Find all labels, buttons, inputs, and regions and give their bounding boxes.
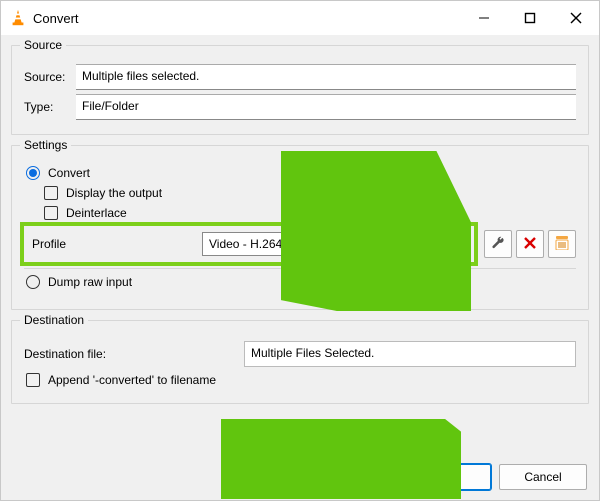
deinterlace-option[interactable]: Deinterlace [42, 206, 576, 220]
settings-group: Settings Convert Display the output Dein… [11, 145, 589, 310]
profile-row: Profile Video - H.264 + MP3 (MP4) [24, 226, 576, 262]
start-button[interactable]: Start [403, 464, 491, 490]
convert-radio[interactable] [26, 166, 40, 180]
dialog-buttons: Start Cancel [395, 464, 587, 490]
minimize-icon [478, 12, 490, 24]
close-icon [570, 12, 582, 24]
maximize-icon [524, 12, 536, 24]
new-profile-icon [555, 236, 569, 253]
display-output-label: Display the output [66, 186, 162, 200]
profile-highlight: Profile Video - H.264 + MP3 (MP4) [24, 226, 474, 262]
destination-group-title: Destination [20, 313, 88, 327]
append-converted-label: Append '-converted' to filename [48, 373, 216, 387]
window-title: Convert [33, 11, 79, 26]
settings-group-title: Settings [20, 138, 71, 152]
source-group-title: Source [20, 38, 66, 52]
cancel-button[interactable]: Cancel [499, 464, 587, 490]
destination-file-label: Destination file: [24, 347, 244, 361]
profile-value: Video - H.264 + MP3 (MP4) [209, 237, 357, 251]
title-bar: Convert [1, 1, 599, 35]
start-button-label: Start [434, 470, 459, 484]
convert-window: Convert Source Source: Multiple files se… [0, 0, 600, 501]
maximize-button[interactable] [507, 1, 553, 35]
delete-profile-button[interactable] [516, 230, 544, 258]
destination-group: Destination Destination file: Multiple F… [11, 320, 589, 404]
display-output-checkbox[interactable] [44, 186, 58, 200]
deinterlace-label: Deinterlace [66, 206, 127, 220]
new-profile-button[interactable] [548, 230, 576, 258]
dump-raw-radio[interactable] [26, 275, 40, 289]
dump-raw-label: Dump raw input [48, 275, 132, 289]
edit-profile-button[interactable] [484, 230, 512, 258]
close-button[interactable] [553, 1, 599, 35]
convert-label: Convert [48, 166, 90, 180]
type-label: Type: [24, 100, 74, 114]
cancel-button-label: Cancel [524, 470, 561, 484]
profile-combo[interactable]: Video - H.264 + MP3 (MP4) [202, 232, 466, 256]
convert-option[interactable]: Convert [24, 166, 576, 180]
chevron-down-icon [451, 237, 461, 251]
display-output-option[interactable]: Display the output [42, 186, 576, 200]
source-label: Source: [24, 70, 74, 84]
source-value: Multiple files selected. [76, 64, 576, 90]
minimize-button[interactable] [461, 1, 507, 35]
append-converted-checkbox[interactable] [26, 373, 40, 387]
vlc-cone-icon [9, 9, 27, 27]
settings-separator [24, 268, 576, 269]
type-value: File/Folder [76, 94, 576, 120]
window-controls [461, 1, 599, 35]
append-converted-option[interactable]: Append '-converted' to filename [24, 373, 576, 387]
profile-label: Profile [32, 237, 202, 251]
dump-raw-option[interactable]: Dump raw input [24, 275, 576, 289]
destination-file-value: Multiple Files Selected. [244, 341, 576, 367]
delete-icon [524, 237, 536, 252]
deinterlace-checkbox[interactable] [44, 206, 58, 220]
wrench-icon [491, 236, 505, 253]
source-group: Source Source: Multiple files selected. … [11, 45, 589, 135]
